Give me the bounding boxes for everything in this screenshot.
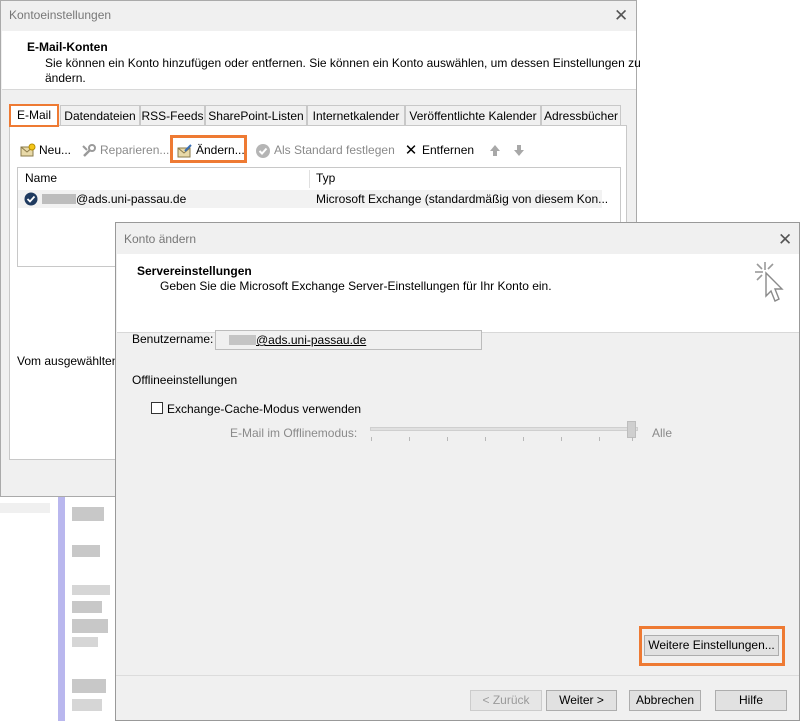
close-icon: ✕ xyxy=(404,141,418,159)
blurred-text xyxy=(72,545,100,557)
wrench-icon xyxy=(81,143,97,159)
new-label: Neu... xyxy=(39,143,72,157)
header-description: Sie können ein Konto hinzufügen oder ent… xyxy=(45,56,641,70)
header-description-cont: ändern. xyxy=(45,71,86,85)
username-label: Benutzername: xyxy=(132,332,214,346)
new-button[interactable]: Neu... xyxy=(20,140,71,160)
repair-label: Reparieren... xyxy=(100,143,170,157)
offline-mail-slider[interactable] xyxy=(370,427,638,431)
set-default-button[interactable]: Als Standard festlegen xyxy=(255,140,395,160)
new-account-icon xyxy=(20,143,36,159)
blurred-text xyxy=(0,503,50,513)
blurred-text xyxy=(72,699,102,711)
blurred-text xyxy=(72,507,104,521)
offline-mail-label: E-Mail im Offlinemodus: xyxy=(230,426,358,440)
username-value: @ads.uni-passau.de xyxy=(256,333,367,347)
change-account-dialog: Konto ändern ✕ Servereinstellungen Geben… xyxy=(115,222,800,721)
blurred-text xyxy=(72,679,106,693)
column-header-type[interactable]: Typ xyxy=(316,168,335,188)
default-account-icon xyxy=(24,192,38,209)
background-selection-bar xyxy=(58,497,65,721)
blurred-text xyxy=(72,619,108,633)
username-field[interactable]: @ads.uni-passau.de xyxy=(215,330,482,350)
repair-button[interactable]: Reparieren... xyxy=(81,140,169,160)
change-button-highlight xyxy=(170,135,247,163)
check-circle-icon xyxy=(255,143,271,159)
close-icon[interactable]: ✕ xyxy=(614,7,628,24)
set-default-label: Als Standard festlegen xyxy=(274,143,395,157)
cache-mode-label[interactable]: Exchange-Cache-Modus verwenden xyxy=(167,402,361,416)
header-title: Servereinstellungen xyxy=(137,264,252,278)
table-row[interactable]: @ads.uni-passau.de Microsoft Exchange (s… xyxy=(18,190,608,209)
blurred-text xyxy=(72,585,110,595)
background-window-fragment xyxy=(0,497,116,721)
cursor-click-icon xyxy=(751,258,785,309)
tab-sharepoint-lists[interactable]: SharePoint-Listen xyxy=(205,105,307,125)
more-settings-highlight xyxy=(639,626,785,666)
remove-label: Entfernen xyxy=(422,143,475,157)
tab-email[interactable]: E-Mail xyxy=(9,104,59,127)
tab-address-books[interactable]: Adressbücher xyxy=(541,105,621,125)
tab-rss-feeds[interactable]: RSS-Feeds xyxy=(140,105,205,125)
dialog-header: Servereinstellungen Geben Sie die Micros… xyxy=(117,254,799,333)
arrow-down-icon xyxy=(511,143,527,159)
arrow-up-icon xyxy=(487,143,503,159)
move-up-button[interactable] xyxy=(487,140,506,160)
footer-separator xyxy=(116,675,799,676)
header-description: Geben Sie die Microsoft Exchange Server-… xyxy=(160,279,552,293)
blurred-text xyxy=(72,601,102,613)
close-icon[interactable]: ✕ xyxy=(778,231,792,248)
redacted-username xyxy=(42,194,76,204)
column-divider xyxy=(309,170,310,188)
account-name: @ads.uni-passau.de xyxy=(76,192,187,206)
selected-account-footer: Vom ausgewählten xyxy=(17,354,119,368)
tab-data-files[interactable]: Datendateien xyxy=(60,105,140,125)
window-title: Kontoeinstellungen xyxy=(9,8,112,22)
move-down-button[interactable] xyxy=(511,140,530,160)
window-title: Konto ändern xyxy=(124,232,197,246)
remove-button[interactable]: ✕ Entfernen xyxy=(403,140,474,160)
header-title: E-Mail-Konten xyxy=(27,40,108,54)
redacted-username xyxy=(229,335,256,345)
tab-internet-calendars[interactable]: Internetkalender xyxy=(307,105,405,125)
next-button[interactable]: Weiter > xyxy=(546,690,617,711)
back-button[interactable]: < Zurück xyxy=(470,690,542,711)
blurred-text xyxy=(72,637,98,647)
offline-mail-slider-thumb[interactable] xyxy=(627,421,636,438)
column-header-name[interactable]: Name xyxy=(25,168,57,188)
offline-settings-heading: Offlineeinstellungen xyxy=(132,373,238,387)
dialog-header: E-Mail-Konten Sie können ein Konto hinzu… xyxy=(2,31,641,90)
cancel-button[interactable]: Abbrechen xyxy=(629,690,701,711)
account-type: Microsoft Exchange (standardmäßig von di… xyxy=(316,192,609,206)
help-button[interactable]: Hilfe xyxy=(715,690,787,711)
offline-mail-value: Alle xyxy=(652,426,673,440)
cache-mode-checkbox[interactable] xyxy=(151,402,163,414)
tab-published-calendars[interactable]: Veröffentlichte Kalender xyxy=(405,105,541,125)
